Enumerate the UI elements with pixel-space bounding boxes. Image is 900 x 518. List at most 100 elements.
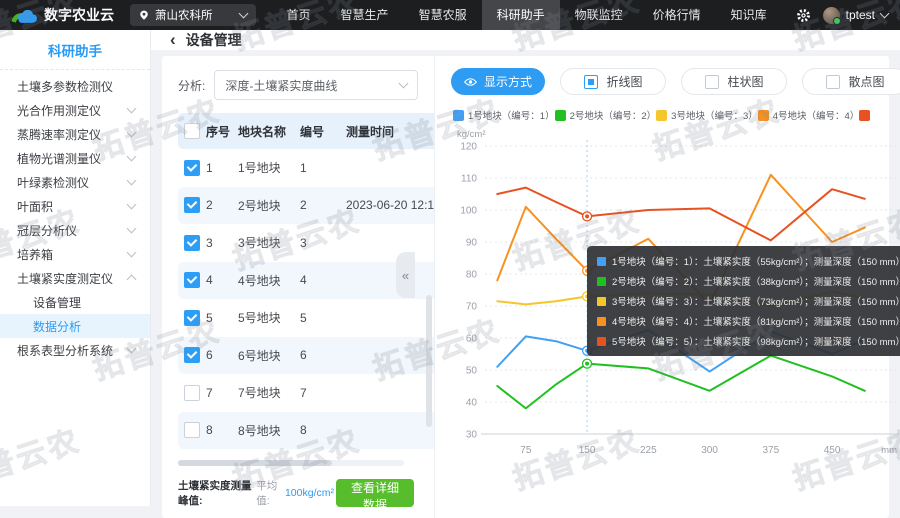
sidebar-item[interactable]: 土壤多参数检测仪 xyxy=(0,74,150,98)
svg-text:110: 110 xyxy=(461,174,477,185)
sidebar-item-label: 冠层分析仪 xyxy=(17,222,77,239)
sidebar-item[interactable]: 叶绿素检测仪 xyxy=(0,170,150,194)
table-row[interactable]: 11号地块1 xyxy=(178,149,435,187)
page-header: ‹ 设备管理 xyxy=(151,30,900,50)
legend-item[interactable]: 5号地块（编号：5） xyxy=(859,108,873,122)
sidebar-title: 科研助手 xyxy=(0,30,150,70)
avatar xyxy=(823,7,840,24)
row-checkbox-cell xyxy=(178,272,206,288)
collapse-panel-button[interactable]: « xyxy=(396,252,415,298)
chart-type-chip-散点图[interactable]: 散点图 xyxy=(802,68,900,95)
sidebar-item[interactable]: 叶面积 xyxy=(0,194,150,218)
chevron-down-icon xyxy=(127,176,137,186)
sidebar-item[interactable]: 根系表型分析系统 xyxy=(0,338,150,362)
location-selector[interactable]: 萧山农科所 xyxy=(130,4,256,26)
location-pin-icon xyxy=(139,9,149,21)
svg-text:75: 75 xyxy=(520,445,532,456)
filter-row: 分析: 深度-土壤紧实度曲线 xyxy=(178,70,430,100)
table-body: 11号地块122号地块22023-06-20 12:12:14东经120°12'… xyxy=(178,149,435,451)
chart-type-chip-折线图[interactable]: 折线图 xyxy=(560,68,666,95)
sidebar-item[interactable]: 培养箱 xyxy=(0,242,150,266)
nav-item-智慧农服[interactable]: 智慧农服 xyxy=(404,0,482,30)
chevron-down-icon xyxy=(127,224,137,234)
back-button[interactable]: ‹ xyxy=(170,31,176,48)
scrollbar-thumb[interactable] xyxy=(178,460,332,466)
cell: 3 xyxy=(300,236,346,250)
table-row[interactable]: 55号地块5 xyxy=(178,299,435,337)
user-menu[interactable]: tptest xyxy=(823,7,888,24)
row-checkbox[interactable] xyxy=(184,385,200,401)
legend-label: 2号地块（编号：2） xyxy=(570,108,657,122)
sidebar-item[interactable]: 光合作用测定仪 xyxy=(0,98,150,122)
view-detail-button[interactable]: 查看详细数据 xyxy=(336,479,414,507)
nav-item-首页[interactable]: 首页 xyxy=(272,0,326,30)
nav-item-知识库[interactable]: 知识库 xyxy=(716,0,782,30)
nav-item-物联监控[interactable]: 物联监控 xyxy=(560,0,638,30)
sidebar-item[interactable]: 冠层分析仪 xyxy=(0,218,150,242)
sidebar-subitem[interactable]: 数据分析 xyxy=(0,314,150,338)
nav-item-智慧生产[interactable]: 智慧生产 xyxy=(326,0,404,30)
legend-item[interactable]: 3号地块（编号：3） xyxy=(656,108,758,122)
cell: 7号地块 xyxy=(238,384,300,401)
chevron-down-icon xyxy=(880,9,890,19)
line-chart[interactable]: 30405060708090100110120kg/cm²75150225300… xyxy=(451,124,875,514)
row-checkbox[interactable] xyxy=(184,197,200,213)
row-checkbox[interactable] xyxy=(184,160,200,176)
sidebar-item-label: 叶面积 xyxy=(17,198,53,215)
scrollbar-thumb[interactable] xyxy=(426,295,432,427)
chart-type-chip-柱状图[interactable]: 柱状图 xyxy=(681,68,787,95)
chevron-down-icon xyxy=(127,104,137,114)
table-row[interactable]: 77号地块7 xyxy=(178,374,435,412)
sidebar-item-label: 蒸腾速率测定仪 xyxy=(17,126,101,143)
table-row[interactable]: 66号地块6 xyxy=(178,337,435,375)
sidebar-menu: 土壤多参数检测仪光合作用测定仪蒸腾速率测定仪植物光谱测量仪叶绿素检测仪叶面积冠层… xyxy=(0,74,150,362)
row-checkbox[interactable] xyxy=(184,347,200,363)
location-label: 萧山农科所 xyxy=(155,7,234,23)
legend-item[interactable]: 1号地块（编号：1） xyxy=(453,108,555,122)
sidebar-item[interactable]: 蒸腾速率测定仪 xyxy=(0,122,150,146)
settings-button[interactable] xyxy=(796,8,811,23)
unchecked-box-icon[interactable] xyxy=(705,75,719,89)
series-line xyxy=(497,292,865,306)
select-all-checkbox[interactable] xyxy=(184,123,200,139)
chart-canvas[interactable]: 30405060708090100110120kg/cm²75150225300… xyxy=(451,124,900,460)
row-checkbox[interactable] xyxy=(184,310,200,326)
legend-item[interactable]: 4号地块（编号：4） xyxy=(758,108,860,122)
table-row[interactable]: 22号地块22023-06-20 12:12:14东经120°12';北 xyxy=(178,187,435,225)
checked-box-icon[interactable] xyxy=(584,75,598,89)
cell: 8 xyxy=(300,423,346,437)
legend-label: 3号地块（编号：3） xyxy=(671,108,758,122)
sidebar-item[interactable]: 植物光谱测量仪 xyxy=(0,146,150,170)
analysis-select[interactable]: 深度-土壤紧实度曲线 xyxy=(214,70,418,100)
cell: 6 xyxy=(300,348,346,362)
row-checkbox[interactable] xyxy=(184,422,200,438)
legend-swatch xyxy=(453,110,464,121)
svg-text:50: 50 xyxy=(466,366,478,377)
row-checkbox-cell xyxy=(178,310,206,326)
vertical-scrollbar[interactable] xyxy=(426,152,432,492)
gear-icon xyxy=(796,8,811,23)
svg-text:225: 225 xyxy=(640,445,657,456)
plot-list-pane: 分析: 深度-土壤紧实度曲线 序号地块名称编号测量时间经纬度 11号地块122号… xyxy=(162,56,435,518)
legend-swatch xyxy=(555,110,566,121)
sidebar-item[interactable]: 土壤紧实度测定仪 xyxy=(0,266,150,290)
chevron-down-icon xyxy=(127,344,137,354)
legend-item[interactable]: 2号地块（编号：2） xyxy=(555,108,657,122)
cell: 3号地块 xyxy=(238,234,300,251)
list-footer: 土壤紧实度测量峰值: 平均值: 100kg/cm² 查看详细数据 xyxy=(178,478,414,508)
svg-text:mm: mm xyxy=(881,445,897,456)
brand-title: 数字农业云 xyxy=(44,5,114,25)
nav-item-价格行情[interactable]: 价格行情 xyxy=(638,0,716,30)
horizontal-scrollbar[interactable] xyxy=(178,460,404,466)
nav-item-科研助手[interactable]: 科研助手 xyxy=(482,0,560,30)
sidebar-subitem[interactable]: 设备管理 xyxy=(0,290,150,314)
chevron-down-icon xyxy=(127,248,137,258)
cell: 5 xyxy=(300,311,346,325)
cell: 2 xyxy=(300,198,346,212)
row-checkbox[interactable] xyxy=(184,272,200,288)
table-row[interactable]: 88号地块8 xyxy=(178,412,435,450)
unchecked-box-icon[interactable] xyxy=(826,75,840,89)
row-checkbox[interactable] xyxy=(184,235,200,251)
column-header: 测量时间 xyxy=(346,123,435,140)
display-mode-button[interactable]: 显示方式 xyxy=(451,68,545,95)
